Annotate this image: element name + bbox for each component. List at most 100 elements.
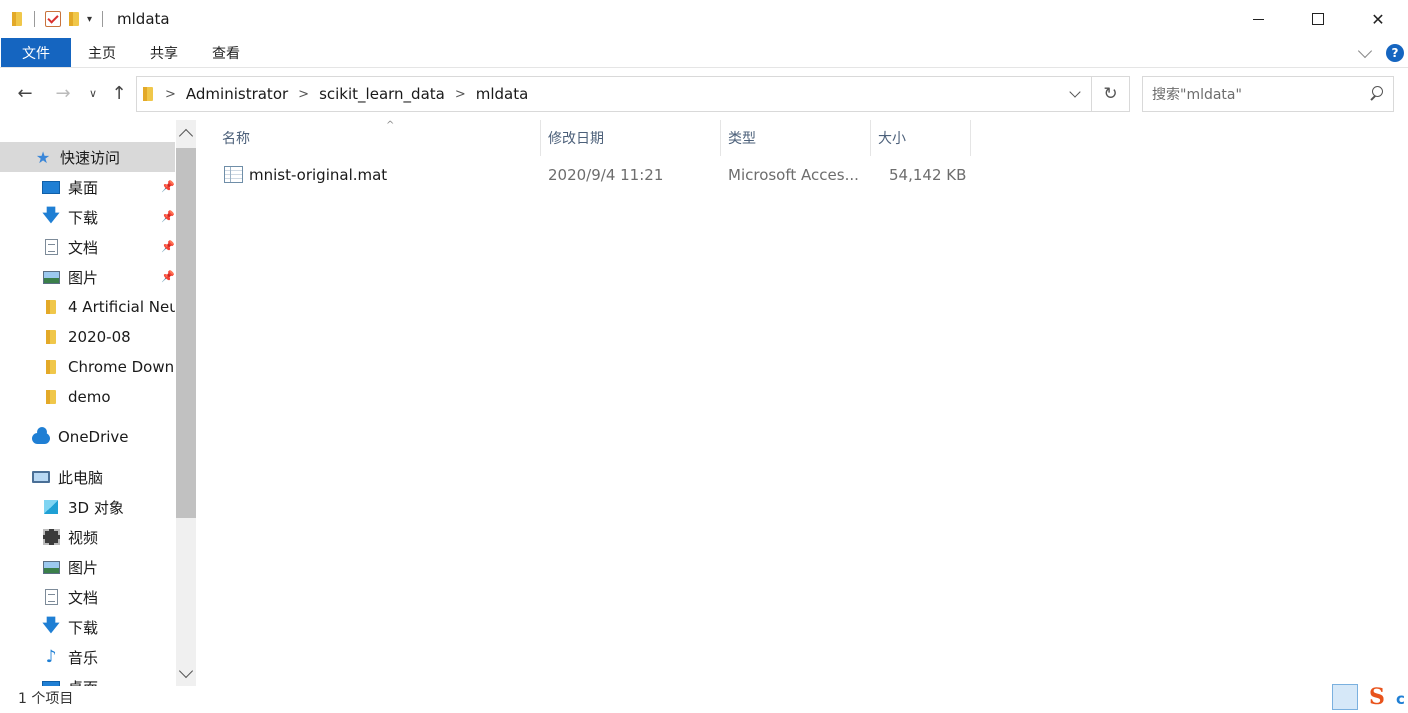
expand-ribbon-icon[interactable] [1357, 43, 1373, 58]
scroll-up-icon[interactable] [178, 128, 194, 144]
nav-item-pc-pictures[interactable]: 图片 [0, 552, 175, 582]
nav-item-label: 下载 [68, 208, 99, 227]
close-icon: ✕ [1371, 9, 1385, 29]
nav-item-pc-desktop[interactable]: 桌面 [0, 672, 175, 686]
nav-item-downloads[interactable]: 🡇 下载 📌 [0, 202, 175, 232]
picture-icon [42, 558, 60, 576]
status-bar: 1 个项目 S c [0, 684, 1408, 713]
nav-item-documents[interactable]: 文档 📌 [0, 232, 175, 262]
document-icon [42, 588, 60, 606]
nav-item-chrome-downloads[interactable]: Chrome Downl [0, 352, 175, 382]
nav-onedrive[interactable]: OneDrive [0, 422, 175, 452]
customize-toolbar-dropdown[interactable]: ▾ [87, 14, 92, 25]
refresh-button[interactable]: ↻ [1091, 77, 1129, 111]
nav-quick-access[interactable]: ★ 快速访问 [0, 142, 175, 172]
column-header-label: 大小 [878, 131, 906, 147]
properties-icon[interactable] [45, 11, 61, 27]
forward-arrow-icon: → [55, 82, 71, 104]
breadcrumb-scikit-learn-data[interactable]: scikit_learn_data [319, 85, 445, 103]
pin-icon: 📌 [161, 270, 175, 283]
column-divider[interactable] [970, 120, 971, 156]
file-type: Microsoft Acces... [728, 166, 859, 184]
tab-share[interactable]: 共享 [133, 38, 195, 67]
breadcrumb-mldata[interactable]: mldata [476, 85, 529, 103]
column-header-name[interactable]: 名称 ^ [214, 120, 540, 156]
file-size: 54,142 KB [889, 166, 967, 184]
close-button[interactable]: ✕ [1348, 0, 1408, 38]
divider [102, 11, 104, 27]
sort-ascending-icon: ^ [386, 120, 395, 131]
quick-access-toolbar: ▾ [10, 11, 107, 27]
file-name: mnist-original.mat [249, 166, 388, 184]
maximize-button[interactable] [1288, 0, 1348, 38]
folder-icon [42, 298, 60, 316]
tab-view[interactable]: 查看 [195, 38, 257, 67]
ime-mode-icon[interactable]: c [1396, 690, 1408, 710]
pin-icon: 📌 [161, 210, 175, 223]
chevron-down-icon: ∨ [88, 86, 98, 100]
sogou-ime-icon[interactable]: S [1360, 684, 1394, 710]
music-icon: ♪ [45, 647, 57, 667]
title-bar: ▾ mldata ✕ [0, 0, 1408, 38]
tab-home[interactable]: 主页 [71, 38, 133, 67]
recent-locations-button[interactable]: ∨ [86, 80, 100, 106]
nav-item-label: Chrome Downl [68, 358, 175, 376]
column-header-type[interactable]: 类型 [720, 120, 870, 156]
minimize-button[interactable] [1228, 0, 1288, 38]
breadcrumb-separator-icon[interactable]: > [165, 87, 176, 102]
nav-this-pc[interactable]: 此电脑 [0, 462, 175, 492]
breadcrumb-separator-icon[interactable]: > [298, 87, 309, 102]
back-arrow-icon: ← [17, 82, 33, 104]
address-dropdown-button[interactable] [1063, 77, 1087, 111]
pin-icon: 📌 [161, 180, 175, 193]
nav-item-2020-08[interactable]: 2020-08 [0, 322, 175, 352]
nav-item-videos[interactable]: 视频 [0, 522, 175, 552]
nav-item-demo[interactable]: demo [0, 382, 175, 412]
nav-scrollbar[interactable] [176, 120, 196, 686]
navigation-pane: ★ 快速访问 桌面 📌 🡇 下载 📌 文档 📌 图片 📌 4 Artificia… [0, 120, 196, 686]
details-view-icon[interactable] [1332, 684, 1358, 710]
column-header-size[interactable]: 大小 [870, 120, 970, 156]
back-button[interactable]: ← [14, 80, 36, 106]
file-row[interactable]: mnist-original.mat 2020/9/4 11:21 Micros… [214, 160, 970, 190]
pin-icon: 📌 [161, 240, 175, 253]
nav-item-pictures[interactable]: 图片 📌 [0, 262, 175, 292]
picture-icon [42, 268, 60, 286]
up-button[interactable]: ↑ [108, 80, 130, 106]
up-arrow-icon: ↑ [111, 82, 127, 104]
breadcrumb-administrator[interactable]: Administrator [186, 85, 288, 103]
cloud-icon [32, 427, 50, 446]
help-icon[interactable]: ? [1386, 44, 1404, 62]
nav-item-label: 文档 [68, 588, 99, 607]
breadcrumb-separator-icon[interactable]: > [455, 87, 466, 102]
download-icon: 🡇 [42, 615, 60, 636]
folder-icon [141, 86, 155, 102]
folder-icon[interactable] [10, 11, 24, 27]
tab-file[interactable]: 文件 [1, 38, 71, 67]
window-controls: ✕ [1228, 0, 1408, 38]
address-row: ← → ∨ ↑ > Administrator > scikit_learn_d… [0, 70, 1408, 116]
nav-item-pc-documents[interactable]: 文档 [0, 582, 175, 612]
nav-item-artificial-neur[interactable]: 4 Artificial Neur [0, 292, 175, 322]
refresh-icon: ↻ [1103, 84, 1118, 104]
nav-item-desktop[interactable]: 桌面 📌 [0, 172, 175, 202]
minimize-icon [1252, 18, 1264, 20]
nav-item-pc-downloads[interactable]: 🡇 下载 [0, 612, 175, 642]
scrollbar-thumb[interactable] [176, 148, 196, 518]
new-folder-icon[interactable] [67, 11, 81, 27]
nav-item-label: 4 Artificial Neur [68, 298, 175, 316]
search-icon[interactable] [1369, 86, 1383, 100]
computer-icon [32, 468, 50, 486]
file-list: 名称 ^ 修改日期 类型 大小 mnist-original.mat 2020/… [200, 118, 1408, 688]
file-modified: 2020/9/4 11:21 [548, 166, 664, 184]
column-header-modified[interactable]: 修改日期 [540, 120, 720, 156]
document-icon [42, 238, 60, 256]
nav-item-music[interactable]: ♪ 音乐 [0, 642, 175, 672]
column-header-label: 修改日期 [548, 131, 604, 147]
address-bar[interactable]: > Administrator > scikit_learn_data > ml… [136, 76, 1130, 112]
forward-button[interactable]: → [52, 80, 74, 106]
search-input[interactable]: 搜索"mldata" [1142, 76, 1394, 112]
nav-item-label: demo [68, 388, 111, 406]
nav-item-3d-objects[interactable]: 3D 对象 [0, 492, 175, 522]
scroll-down-icon[interactable] [178, 663, 194, 679]
